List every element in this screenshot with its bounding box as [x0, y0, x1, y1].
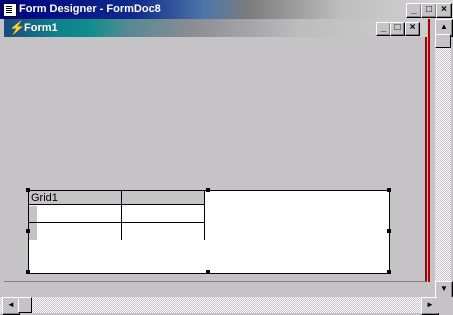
- vertical-scroll-thumb[interactable]: [435, 34, 451, 48]
- selection-handle[interactable]: [26, 188, 30, 192]
- grid-row-selector[interactable]: [29, 206, 37, 240]
- selection-handle[interactable]: [206, 270, 210, 274]
- horizontal-scrollbar[interactable]: [0, 297, 437, 313]
- form-designer-icon: [3, 3, 17, 17]
- horizontal-scroll-thumb[interactable]: [18, 297, 32, 313]
- grid-control[interactable]: Grid1: [26, 188, 391, 274]
- scrollbar-corner: [437, 297, 453, 313]
- selection-handle[interactable]: [26, 270, 30, 274]
- app-title-bar[interactable]: Form Designer - FormDoc8 _ □ ×: [0, 0, 453, 19]
- form1-title-bar[interactable]: ⚡ Form1 _ □ ×: [4, 19, 427, 37]
- selection-handle[interactable]: [387, 270, 391, 274]
- grid-column-divider: [121, 191, 122, 240]
- grid-column-divider: [204, 191, 205, 240]
- form1-minimize-button[interactable]: _: [376, 22, 391, 36]
- app-title: Form Designer - FormDoc8: [19, 3, 161, 15]
- form1-title: Form1: [24, 22, 58, 34]
- selection-handle[interactable]: [387, 188, 391, 192]
- app-maximize-button[interactable]: □: [421, 3, 437, 18]
- grid-row-divider: [29, 222, 205, 223]
- form-designer-window: Form Designer - FormDoc8 _ □ × ⚡ Form1 _…: [0, 0, 453, 315]
- form1-window: ⚡ Form1 _ □ × Grid1: [4, 19, 427, 282]
- selection-handle[interactable]: [206, 188, 210, 192]
- grid-caption: Grid1: [31, 192, 58, 204]
- form1-maximize-button[interactable]: □: [390, 22, 405, 36]
- vertical-scrollbar[interactable]: [435, 19, 451, 295]
- grid-header-row: Grid1: [29, 191, 205, 205]
- selection-handle[interactable]: [26, 229, 30, 233]
- app-minimize-button[interactable]: _: [406, 3, 422, 18]
- lightning-form-icon: ⚡: [9, 20, 26, 35]
- app-close-button[interactable]: ×: [436, 3, 452, 18]
- form-design-surface[interactable]: Grid1: [4, 37, 425, 281]
- form1-close-button[interactable]: ×: [405, 22, 420, 36]
- form-edge-marker: [428, 19, 430, 282]
- selection-handle[interactable]: [387, 229, 391, 233]
